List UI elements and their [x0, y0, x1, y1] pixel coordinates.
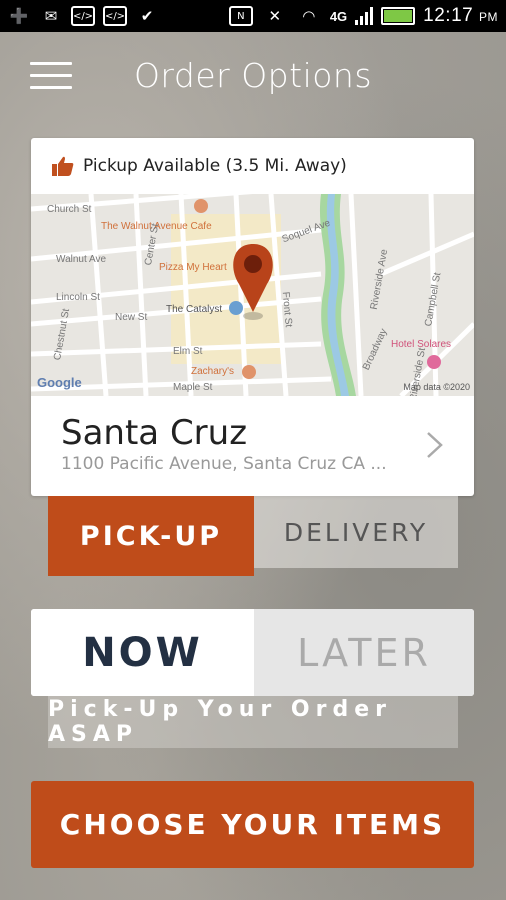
- battery-icon: [381, 7, 416, 25]
- code-icon: </>: [102, 6, 128, 26]
- chevron-right-icon: [427, 432, 443, 458]
- status-bar: ➕ ✉ </> </> ✔ N ✕ ◠ 4G 12:17 PM: [0, 0, 506, 32]
- map-attribution: Map data ©2020: [403, 382, 470, 392]
- availability-text: Pickup Available (3.5 Mi. Away): [83, 156, 347, 176]
- store-selector[interactable]: Santa Cruz 1100 Pacific Avenue, Santa Cr…: [31, 396, 474, 496]
- map-label: Lincoln St: [56, 292, 100, 303]
- location-card: Pickup Available (3.5 Mi. Away) Church S…: [31, 138, 474, 496]
- map-label: Elm St: [173, 346, 203, 357]
- tab-pickup[interactable]: PICK-UP: [48, 496, 254, 576]
- choose-items-button[interactable]: CHOOSE YOUR ITEMS: [31, 781, 474, 868]
- map-label: New St: [115, 312, 148, 323]
- map-label: The Catalyst: [166, 304, 223, 315]
- mute-icon: ✕: [268, 7, 282, 25]
- messenger-icon: ✔: [140, 7, 154, 25]
- store-name: Santa Cruz: [61, 413, 248, 453]
- timing-tabs: NOW LATER: [31, 609, 474, 696]
- network-type: 4G: [329, 8, 348, 24]
- map-label: Walnut Ave: [56, 254, 107, 265]
- signal-icon: [355, 7, 374, 25]
- store-map[interactable]: Church St The Walnut Avenue Cafe Walnut …: [31, 194, 474, 396]
- store-address: 1100 Pacific Avenue, Santa Cruz CA ...: [61, 454, 387, 474]
- availability-banner: Pickup Available (3.5 Mi. Away): [31, 138, 474, 194]
- map-label: Pizza My Heart: [159, 262, 227, 273]
- map-label: Zachary's: [191, 366, 235, 377]
- fulfillment-tabs: PICK-UP DELIVERY: [48, 496, 458, 576]
- nfc-icon: N: [228, 6, 254, 26]
- gmail-icon: ✉: [44, 7, 58, 25]
- tab-delivery[interactable]: DELIVERY: [254, 496, 458, 568]
- code-icon: </>: [70, 6, 96, 26]
- thumbs-up-icon: [52, 156, 74, 176]
- tab-now[interactable]: NOW: [31, 609, 254, 696]
- app-header: Order Options: [0, 32, 506, 122]
- map-label: Maple St: [173, 382, 213, 393]
- tab-later[interactable]: LATER: [254, 609, 474, 696]
- wifi-icon: ◠: [302, 7, 316, 25]
- timing-hint: Pick-Up Your Order ASAP: [48, 696, 458, 748]
- map-label: Church St: [47, 204, 92, 215]
- google-logo: Google: [37, 375, 82, 390]
- add-icon: ➕: [9, 7, 29, 25]
- page-title: Order Options: [133, 56, 373, 95]
- clock: 12:17 PM: [423, 5, 498, 26]
